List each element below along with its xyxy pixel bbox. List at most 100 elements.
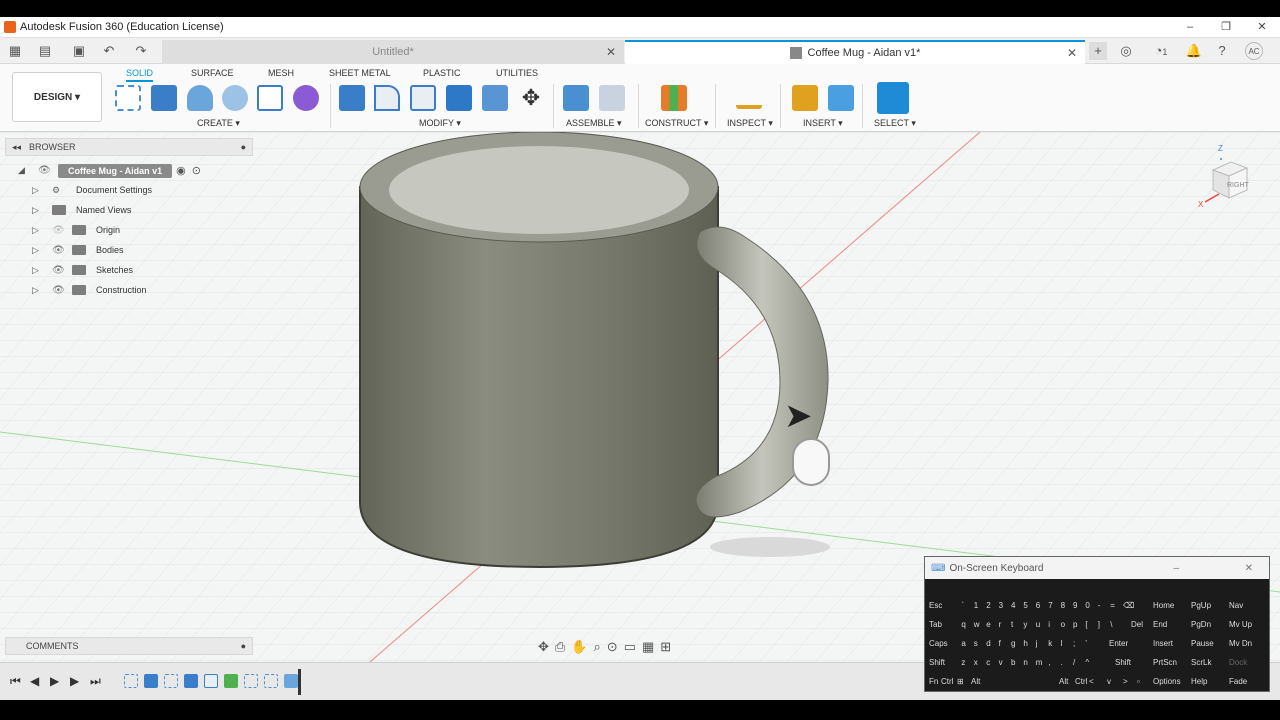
look-at-icon[interactable]: ⎙	[555, 639, 565, 655]
osk-key[interactable]: >	[1123, 677, 1128, 686]
osk-key[interactable]: g	[1011, 639, 1015, 648]
display-settings-icon[interactable]: ▭	[624, 639, 636, 655]
tab-coffee-mug[interactable]: Coffee Mug - Aidan v1* ✕	[625, 40, 1085, 64]
joint-icon[interactable]	[599, 85, 625, 111]
osk-key[interactable]: 0	[1085, 601, 1089, 610]
osk-nav-key[interactable]: Insert	[1153, 639, 1173, 648]
browser-item-construction[interactable]: ▷ 👁 Construction	[32, 281, 147, 299]
osk-key[interactable]: s	[974, 639, 978, 648]
modify-group-label[interactable]: MODIFY ▾	[419, 118, 461, 129]
tab-utilities[interactable]: UTILITIES	[496, 68, 538, 78]
osk-key[interactable]: Tab	[929, 620, 942, 629]
timeline-sketch-feature[interactable]	[244, 674, 258, 688]
collapse-triangle-icon[interactable]: ◢	[18, 165, 28, 176]
osk-key[interactable]: f	[999, 639, 1001, 648]
osk-key[interactable]: h	[1023, 639, 1027, 648]
timeline-sketch-feature[interactable]	[164, 674, 178, 688]
expand-triangle-icon[interactable]: ▷	[32, 225, 42, 236]
select-group-label[interactable]: SELECT ▾	[874, 118, 916, 129]
close-tab-icon[interactable]: ✕	[606, 45, 616, 59]
osk-nav-key[interactable]: Dock	[1229, 658, 1247, 667]
osk-key[interactable]: ]	[1098, 620, 1100, 629]
fit-icon[interactable]: ⊙	[607, 639, 618, 655]
osk-nav-key[interactable]: Nav	[1229, 601, 1243, 610]
osk-key[interactable]: \	[1110, 620, 1112, 629]
inspect-group-label[interactable]: INSPECT ▾	[727, 118, 773, 129]
osk-key[interactable]: m	[1036, 658, 1043, 667]
go-to-end-icon[interactable]: ⏭	[90, 674, 101, 689]
osk-minimize-button[interactable]: –	[1173, 563, 1179, 574]
osk-key[interactable]: v	[1107, 677, 1111, 686]
osk-key[interactable]: ⊞	[957, 677, 964, 686]
osk-key[interactable]: Alt	[971, 677, 980, 686]
osk-close-button[interactable]: ✕	[1245, 563, 1253, 574]
browser-item-named-views[interactable]: ▷ Named Views	[32, 201, 131, 219]
osk-key[interactable]: Ctrl	[941, 677, 953, 686]
osk-key[interactable]: d	[986, 639, 990, 648]
osk-key[interactable]: w	[974, 620, 980, 629]
osk-key[interactable]: Enter	[1109, 639, 1128, 648]
zoom-icon[interactable]: ⌕	[594, 639, 601, 655]
osk-key[interactable]: <	[1089, 677, 1094, 686]
visibility-eye-icon[interactable]: 👁	[52, 285, 66, 296]
osk-key[interactable]: ▫	[1137, 677, 1140, 686]
new-tab-icon[interactable]: +	[1089, 42, 1107, 60]
orbit-icon[interactable]: ✥	[538, 639, 549, 655]
osk-key[interactable]: 3	[999, 601, 1003, 610]
pattern-icon[interactable]	[257, 85, 283, 111]
create-group-label[interactable]: CREATE ▾	[197, 118, 240, 129]
osk-key[interactable]: 6	[1036, 601, 1040, 610]
timeline-extrude-feature[interactable]	[144, 674, 158, 688]
create-sketch-icon[interactable]	[115, 85, 141, 111]
osk-nav-key[interactable]: PrtScn	[1153, 658, 1177, 667]
timeline-sketch-feature[interactable]	[124, 674, 138, 688]
osk-key[interactable]: '	[1085, 639, 1087, 648]
browser-item-sketches[interactable]: ▷ 👁 Sketches	[32, 261, 133, 279]
select-cursor-icon[interactable]	[877, 82, 909, 114]
step-back-icon[interactable]: ◀	[30, 674, 39, 688]
new-component-icon[interactable]	[563, 85, 589, 111]
insert-group-label[interactable]: INSERT ▾	[803, 118, 843, 129]
osk-nav-key[interactable]: Help	[1191, 677, 1207, 686]
osk-key[interactable]: `	[961, 601, 964, 610]
insert-derive-icon[interactable]	[792, 85, 818, 111]
timeline-sketch-feature[interactable]	[264, 674, 278, 688]
osk-key[interactable]: x	[974, 658, 978, 667]
osk-key[interactable]: Del	[1131, 620, 1143, 629]
tab-plastic[interactable]: PLASTIC	[423, 68, 461, 78]
fillet-icon[interactable]	[374, 85, 400, 111]
osk-key[interactable]: 1	[974, 601, 978, 610]
osk-key[interactable]: .	[1061, 658, 1063, 667]
tab-solid[interactable]: SOLID	[126, 68, 154, 82]
workspace-switcher[interactable]: DESIGN ▾	[12, 72, 102, 122]
osk-key[interactable]: Ctrl	[1075, 677, 1087, 686]
expand-triangle-icon[interactable]: ▷	[32, 245, 42, 256]
root-component-label[interactable]: Coffee Mug - Aidan v1	[58, 163, 173, 178]
osk-key[interactable]: i	[1048, 620, 1050, 629]
osk-nav-key[interactable]: Options	[1153, 677, 1181, 686]
revolve-icon[interactable]	[187, 85, 213, 111]
step-forward-icon[interactable]: ▶	[70, 674, 79, 688]
apps-grid-icon[interactable]: ▦	[6, 42, 24, 60]
browser-item-bodies[interactable]: ▷ 👁 Bodies	[32, 241, 124, 259]
osk-nav-key[interactable]: Pause	[1191, 639, 1214, 648]
osk-key[interactable]: 9	[1073, 601, 1077, 610]
osk-nav-key[interactable]: Mv Dn	[1229, 639, 1252, 648]
timeline-sweep-feature[interactable]	[284, 674, 298, 688]
activate-radio-icon[interactable]: ⊙	[192, 164, 201, 177]
panel-options-icon[interactable]: ●	[241, 142, 246, 152]
osk-key[interactable]: v	[999, 658, 1003, 667]
osk-key[interactable]: Alt	[1059, 677, 1068, 686]
osk-key[interactable]: =	[1110, 601, 1115, 610]
hole-icon[interactable]	[222, 85, 248, 111]
osk-nav-key[interactable]: End	[1153, 620, 1167, 629]
visibility-eye-icon[interactable]: 👁	[52, 225, 66, 236]
measure-icon[interactable]	[736, 91, 762, 109]
mug-body[interactable]	[359, 186, 719, 569]
visibility-eye-icon[interactable]: 👁	[52, 265, 66, 276]
osk-key[interactable]: t	[1011, 620, 1013, 629]
osk-key[interactable]: Esc	[929, 601, 942, 610]
osk-nav-key[interactable]: Mv Up	[1229, 620, 1252, 629]
osk-nav-key[interactable]: PgDn	[1191, 620, 1211, 629]
osk-key[interactable]: o	[1061, 620, 1065, 629]
